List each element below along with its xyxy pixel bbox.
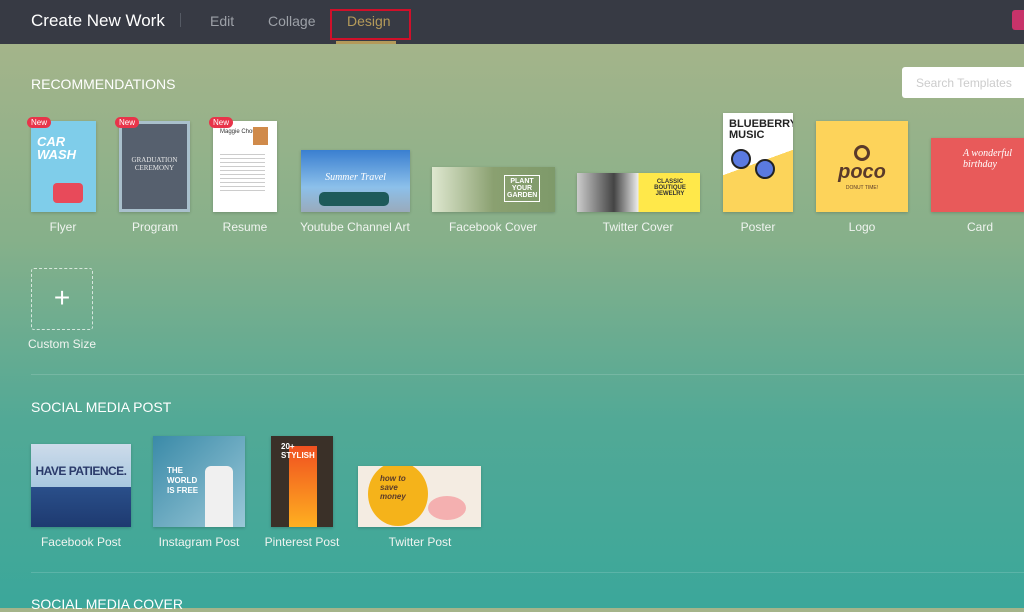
new-badge: New (115, 117, 140, 128)
section-title-recommendations: RECOMMENDATIONS (31, 76, 176, 92)
plus-icon: + (53, 282, 71, 313)
tab-collage[interactable]: Collage (268, 13, 315, 29)
template-label: Facebook Cover (448, 220, 538, 234)
section-divider (31, 374, 1024, 375)
template-youtube-channel-art[interactable]: Summer Travel (301, 150, 410, 212)
section-divider (31, 572, 1024, 573)
tab-highlight (330, 9, 411, 40)
template-twitter-post[interactable]: how to save money (358, 466, 481, 527)
new-badge: New (209, 117, 234, 128)
custom-size-button[interactable]: + (31, 268, 93, 330)
template-pinterest-post[interactable]: 20+ STYLISH (271, 436, 333, 527)
template-program[interactable]: GRADUATION CEREMONY (119, 121, 190, 212)
template-logo[interactable]: poco DONUT TIME! (816, 121, 908, 212)
template-label: Twitter Cover (602, 220, 674, 234)
template-label: Twitter Post (388, 535, 452, 549)
divider (180, 13, 181, 27)
template-twitter-cover[interactable]: CLASSIC BOUTIQUE JEWELRY (577, 173, 700, 212)
premium-icon[interactable] (1012, 10, 1024, 30)
template-facebook-post[interactable]: HAVE PATIENCE. (31, 444, 131, 527)
tab-edit[interactable]: Edit (210, 13, 234, 29)
custom-size-label: Custom Size (27, 337, 97, 351)
template-instagram-post[interactable]: THE WORLD IS FREE (153, 436, 245, 527)
page-title: Create New Work (31, 11, 165, 30)
template-poster[interactable]: BLUEBERRY MUSIC (723, 113, 793, 212)
section-title-social-media-post: SOCIAL MEDIA POST (31, 399, 172, 415)
template-flyer[interactable]: CAR WASH (31, 121, 96, 212)
template-facebook-cover[interactable]: PLANT YOUR GARDEN (432, 167, 555, 212)
active-tab-underline (336, 41, 396, 44)
template-label: Youtube Channel Art (300, 220, 410, 234)
section-title-social-media-cover: SOCIAL MEDIA COVER (31, 596, 183, 612)
search-input[interactable] (902, 67, 1024, 98)
template-card[interactable]: A wonderful birthday (931, 138, 1024, 212)
new-badge: New (27, 117, 52, 128)
template-resume[interactable]: Maggie Chou (213, 121, 277, 212)
template-label: Card (966, 220, 993, 234)
